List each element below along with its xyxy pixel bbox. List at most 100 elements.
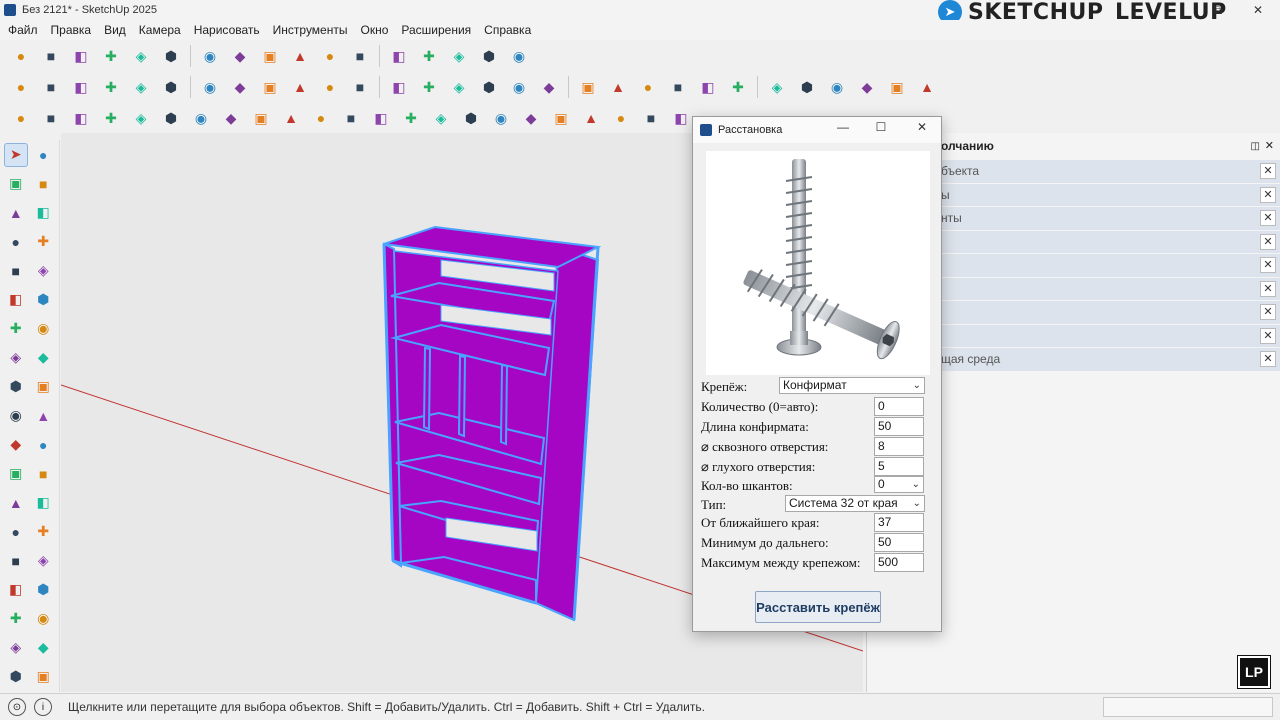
- glue-icon[interactable]: ■: [640, 107, 662, 129]
- explode-icon[interactable]: ▣: [4, 462, 28, 486]
- follow-me-icon[interactable]: ▲: [32, 404, 56, 428]
- box-view-9-icon[interactable]: ▣: [577, 76, 599, 98]
- undo-curve-icon[interactable]: ◆: [229, 45, 251, 67]
- expand-icon[interactable]: ▲: [580, 107, 602, 129]
- box-3d-icon[interactable]: ◈: [130, 107, 152, 129]
- field-select[interactable]: 0 ⌄: [874, 476, 924, 493]
- tape-measure-icon[interactable]: ▲: [4, 491, 28, 515]
- comment-icon[interactable]: ◉: [826, 76, 848, 98]
- field-input[interactable]: 50: [874, 533, 924, 552]
- doc-icon[interactable]: ◧: [697, 76, 719, 98]
- shape-icon[interactable]: ▣: [259, 76, 281, 98]
- box-view-1-icon[interactable]: ●: [319, 76, 341, 98]
- info-icon[interactable]: i: [34, 698, 52, 716]
- axes-tool-icon[interactable]: ■: [4, 549, 28, 573]
- tape-icon[interactable]: ●: [10, 76, 32, 98]
- door-icon[interactable]: ◧: [70, 76, 92, 98]
- field-input[interactable]: 0: [874, 397, 924, 416]
- plus-circle-icon[interactable]: ●: [637, 76, 659, 98]
- stack-icon[interactable]: ◧: [70, 107, 92, 129]
- eraser-outline-icon[interactable]: ◧: [32, 201, 56, 225]
- box-view-6-icon[interactable]: ⬢: [478, 76, 500, 98]
- text-icon[interactable]: ✚: [32, 520, 56, 544]
- menu-item-1[interactable]: Правка: [43, 23, 97, 37]
- freehand-icon[interactable]: ✚: [32, 230, 56, 254]
- circle-icon[interactable]: ◧: [4, 288, 28, 312]
- rotated-rect-icon[interactable]: ◈: [32, 259, 56, 283]
- resize-icon[interactable]: ⬢: [160, 45, 182, 67]
- redo-curve-icon[interactable]: ▣: [259, 45, 281, 67]
- tray-panel-close-icon[interactable]: ✕: [1260, 186, 1276, 203]
- red-arrow-icon[interactable]: ◉: [190, 107, 212, 129]
- section-icon[interactable]: ◧: [4, 578, 28, 602]
- field-select[interactable]: Конфирмат ⌄: [779, 377, 925, 394]
- move-icon[interactable]: ⬢: [4, 375, 28, 399]
- protractor-icon[interactable]: ●: [4, 520, 28, 544]
- menu-item-5[interactable]: Инструменты: [265, 23, 353, 37]
- close-window-icon[interactable]: ✕: [1238, 0, 1278, 20]
- house-icon[interactable]: ⬢: [160, 76, 182, 98]
- box-view-4-icon[interactable]: ✚: [418, 76, 440, 98]
- tray-panel-close-icon[interactable]: ✕: [1260, 351, 1276, 367]
- panel-icon[interactable]: ◧: [388, 45, 410, 67]
- swap-icon[interactable]: ●: [610, 107, 632, 129]
- component-icon[interactable]: ■: [40, 45, 62, 67]
- position-camera-icon[interactable]: ⬢: [4, 665, 28, 689]
- box-gear-icon[interactable]: ■: [349, 45, 371, 67]
- component-group-icon[interactable]: ▲: [4, 201, 28, 225]
- triangle-icon[interactable]: ■: [32, 462, 56, 486]
- dimension-icon[interactable]: ◧: [32, 491, 56, 515]
- arrows-icon[interactable]: ◈: [130, 45, 152, 67]
- shield-icon[interactable]: ■: [667, 76, 689, 98]
- previous-view-icon[interactable]: ◆: [32, 636, 56, 660]
- field-input[interactable]: 8: [874, 437, 924, 456]
- drill-icon[interactable]: ⬢: [460, 107, 482, 129]
- hourglass-icon[interactable]: ◉: [199, 45, 221, 67]
- menu-item-8[interactable]: Справка: [476, 23, 536, 37]
- menu-item-6[interactable]: Окно: [352, 23, 393, 37]
- arc-2-icon[interactable]: ◉: [32, 317, 56, 341]
- box-view-8-icon[interactable]: ◆: [538, 76, 560, 98]
- field-input[interactable]: 37: [874, 513, 924, 532]
- axes-icon[interactable]: ▲: [280, 107, 302, 129]
- pin-icon[interactable]: ◫: [1251, 141, 1260, 152]
- field-select[interactable]: Система 32 от края ⌄: [785, 495, 925, 512]
- arrows-updown-icon[interactable]: ✚: [100, 45, 122, 67]
- ocl-icon[interactable]: ⬢: [478, 45, 500, 67]
- field-input[interactable]: 5: [874, 457, 924, 476]
- offset-icon[interactable]: ●: [32, 433, 56, 457]
- plank-icon[interactable]: ■: [40, 107, 62, 129]
- cube-icon[interactable]: ✚: [100, 76, 122, 98]
- paint-bucket-icon[interactable]: ▣: [4, 172, 28, 196]
- pencil-icon[interactable]: ●: [10, 107, 32, 129]
- walk-icon[interactable]: ⬢: [32, 578, 56, 602]
- blue-arrow-icon[interactable]: ▣: [250, 107, 272, 129]
- cart-icon[interactable]: ▣: [886, 76, 908, 98]
- polygon-icon[interactable]: ⬢: [32, 288, 56, 312]
- menu-item-3[interactable]: Камера: [131, 23, 186, 37]
- select-arrow-icon[interactable]: ➤: [4, 142, 28, 167]
- component-move-icon[interactable]: ●: [10, 45, 32, 67]
- maximize-icon[interactable]: ☐: [871, 120, 891, 134]
- zoom-window-icon[interactable]: ◉: [32, 607, 56, 631]
- measurements-box[interactable]: [1103, 697, 1273, 717]
- push-pull-icon[interactable]: ▣: [32, 375, 56, 399]
- vertical-bar-icon[interactable]: ◧: [70, 45, 92, 67]
- menu-item-2[interactable]: Вид: [96, 23, 131, 37]
- bookcase-model[interactable]: [382, 225, 602, 622]
- door-open-icon[interactable]: ◆: [229, 76, 251, 98]
- lasso-icon[interactable]: ●: [32, 143, 55, 167]
- tray-close-icon[interactable]: ✕: [1265, 139, 1274, 152]
- clock-icon[interactable]: ◉: [508, 45, 530, 67]
- user-icon[interactable]: ▲: [916, 76, 938, 98]
- box-view-2-icon[interactable]: ■: [349, 76, 371, 98]
- board-icon[interactable]: ◉: [490, 107, 512, 129]
- tray-panel-close-icon[interactable]: ✕: [1260, 257, 1276, 273]
- coil-icon[interactable]: ⬢: [160, 107, 182, 129]
- line-pencil-icon[interactable]: ●: [4, 230, 28, 254]
- 3d-text-icon[interactable]: ◈: [32, 549, 56, 573]
- minimize-icon[interactable]: —: [833, 120, 853, 134]
- walk-person-icon[interactable]: ▣: [32, 665, 56, 689]
- zoom-extents-icon[interactable]: ◈: [4, 636, 28, 660]
- arc-4-icon[interactable]: ◆: [32, 346, 56, 370]
